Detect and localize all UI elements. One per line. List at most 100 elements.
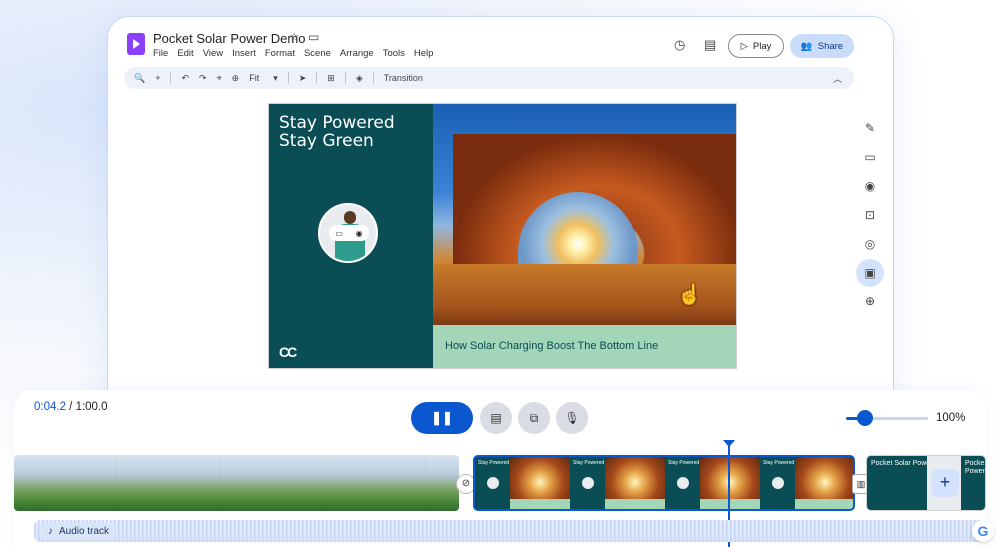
menu-arrange[interactable]: Arrange xyxy=(340,48,374,59)
document-title[interactable]: Pocket Solar Power Demo xyxy=(153,31,305,46)
menu-insert[interactable]: Insert xyxy=(232,48,256,59)
slide-canvas[interactable]: Stay Powered Stay Green ▭ ◉ CC ☝ How Sol… xyxy=(268,103,737,369)
avatar-controls: ▭ ◉ xyxy=(329,225,369,241)
collapse-toolbar-icon[interactable]: ︿ xyxy=(833,72,842,85)
zoom-level: 100% xyxy=(936,412,966,424)
people-icon: 👥 xyxy=(800,40,813,52)
next-clip-title: Pocket Solar Power xyxy=(871,460,933,467)
zoom-select[interactable]: Fit xyxy=(249,73,259,83)
shapes-icon[interactable]: ◎ xyxy=(863,237,877,252)
zoom-slider-thumb[interactable] xyxy=(857,410,873,426)
share-button[interactable]: 👥 Share xyxy=(790,34,854,58)
total-time: / 1:00.0 xyxy=(65,401,108,413)
menu-tools[interactable]: Tools xyxy=(383,48,405,59)
thumb-photo xyxy=(700,457,760,499)
add-scene-button[interactable]: + xyxy=(931,469,959,497)
clip-thumbnail: Stay Powered Stay Green xyxy=(665,457,760,509)
slide-caption[interactable]: How Solar Charging Boost The Bottom Line xyxy=(433,325,736,368)
play-icon: ▷ xyxy=(740,40,748,52)
play-label: Play xyxy=(752,40,772,52)
clip-thumbnail: Stay Powered Stay Green xyxy=(475,457,570,509)
voice-over-icon[interactable]: 🎙 xyxy=(556,402,588,434)
menu-format[interactable]: Format xyxy=(265,48,295,59)
thumb-avatar xyxy=(772,477,784,489)
timeline-panel: 0:04.2 / 1:00.0 ❚❚ ▤ ⧉ 🎙 100% ⊘ Stay Pow… xyxy=(14,390,986,547)
layout-icon[interactable]: ⊡ xyxy=(863,208,877,223)
dropdown-arrow-icon[interactable]: ▾ xyxy=(273,73,278,84)
presenter-head xyxy=(344,211,356,224)
music-note-icon: ♪ xyxy=(48,525,53,537)
thumb-caption xyxy=(605,499,665,509)
audio-track[interactable]: ♪ Audio track xyxy=(34,520,986,542)
undo-icon[interactable]: ↶ xyxy=(181,73,189,84)
time-display: 0:04.2 / 1:00.0 xyxy=(34,401,108,413)
side-panel-tools: ✎ ▭ ◉ ⊡ ◎ ▣ ⊕ xyxy=(856,121,884,309)
toolbar-divider xyxy=(287,72,289,84)
pause-button[interactable]: ❚❚ xyxy=(411,402,473,434)
fill-color-icon[interactable]: ◈ xyxy=(356,73,363,84)
record-icon[interactable]: ◉ xyxy=(356,229,363,238)
search-icon[interactable]: 🔍 xyxy=(134,73,145,84)
current-time: 0:04.2 xyxy=(34,401,66,413)
clip-thumbnail: Stay Powered Stay Green xyxy=(760,457,853,509)
brand-logo: CC xyxy=(279,344,297,360)
hand-cursor-icon: ☝ xyxy=(677,284,702,306)
camera-icon[interactable]: ▭ xyxy=(335,229,343,238)
thumb-caption xyxy=(510,499,570,509)
headline-line-2: Stay Green xyxy=(279,131,374,151)
select-pointer-icon[interactable]: ➤ xyxy=(299,73,307,84)
thumb-avatar xyxy=(487,477,499,489)
redo-icon[interactable]: ↷ xyxy=(199,73,207,84)
thumb-photo xyxy=(795,457,853,499)
slide-headline[interactable]: Stay Powered Stay Green xyxy=(279,114,395,150)
captions-icon[interactable]: ▤ xyxy=(480,402,512,434)
clip-next-scene[interactable]: Pocket Solar Power Pocke Power xyxy=(866,455,986,511)
audio-track-name: Audio track xyxy=(59,525,110,537)
toolbar-divider xyxy=(170,72,172,84)
menu-file[interactable]: File xyxy=(153,48,168,59)
toolbar-divider xyxy=(372,72,374,84)
headline-line-1: Stay Powered xyxy=(279,113,395,133)
menu-view[interactable]: View xyxy=(203,48,223,59)
image-add-icon[interactable]: ▣ xyxy=(856,259,884,287)
thumb-caption xyxy=(700,499,760,509)
thumb-photo xyxy=(510,457,570,499)
thumb-avatar xyxy=(582,477,594,489)
toolbar-divider xyxy=(344,72,346,84)
thumb-photo xyxy=(605,457,665,499)
toolbar-divider xyxy=(316,72,318,84)
app-logo-icon[interactable] xyxy=(127,33,145,55)
transition-button[interactable]: Transition xyxy=(384,73,423,83)
menu-edit[interactable]: Edit xyxy=(177,48,193,59)
menu-bar: File Edit View Insert Format Scene Arran… xyxy=(153,48,433,59)
folder-icon[interactable]: ▭ xyxy=(863,150,877,165)
play-button[interactable]: ▷ Play xyxy=(728,34,784,58)
clip-mountain-video[interactable] xyxy=(14,455,459,511)
aspect-ratio-icon[interactable]: ⧉ xyxy=(518,402,550,434)
thumb-avatar xyxy=(677,477,689,489)
presenter-avatar[interactable]: ▭ ◉ xyxy=(318,203,378,263)
clip-thumbnail: Stay Powered Stay Green xyxy=(570,457,665,509)
star-icon[interactable]: ☆ xyxy=(289,30,300,44)
audio-track-label: ♪ Audio track xyxy=(42,522,116,540)
share-label: Share xyxy=(817,40,844,52)
add-comment-icon[interactable]: ⊞ xyxy=(327,73,335,84)
menu-scene[interactable]: Scene xyxy=(304,48,331,59)
comments-icon[interactable]: ▤ xyxy=(704,37,716,53)
zoom-icon[interactable]: ⊕ xyxy=(232,73,240,84)
google-logo-icon: G xyxy=(972,520,994,542)
add-icon[interactable]: + xyxy=(155,73,160,83)
edit-scene-icon[interactable]: ✎ xyxy=(863,121,877,136)
media-insert-icon[interactable]: ⊕ xyxy=(863,294,877,309)
clip-slide-scene[interactable]: Stay Powered Stay Green Stay Powered Sta… xyxy=(473,455,855,511)
next-clip-title-2: Pocke Power xyxy=(965,460,985,475)
slide-photo-arch[interactable]: ☝ xyxy=(433,104,736,325)
paint-format-icon[interactable]: ⌖ xyxy=(217,73,222,84)
history-icon[interactable]: ◷ xyxy=(674,37,685,53)
move-to-folder-icon[interactable]: ▭ xyxy=(308,30,319,44)
slide-left-panel: Stay Powered Stay Green ▭ ◉ CC xyxy=(269,104,433,368)
menu-help[interactable]: Help xyxy=(414,48,434,59)
record-icon[interactable]: ◉ xyxy=(863,179,877,194)
toolbar: 🔍 + ↶ ↷ ⌖ ⊕ Fit ▾ ➤ ⊞ ◈ Transition ︿ xyxy=(124,67,854,89)
thumb-caption xyxy=(795,499,853,509)
